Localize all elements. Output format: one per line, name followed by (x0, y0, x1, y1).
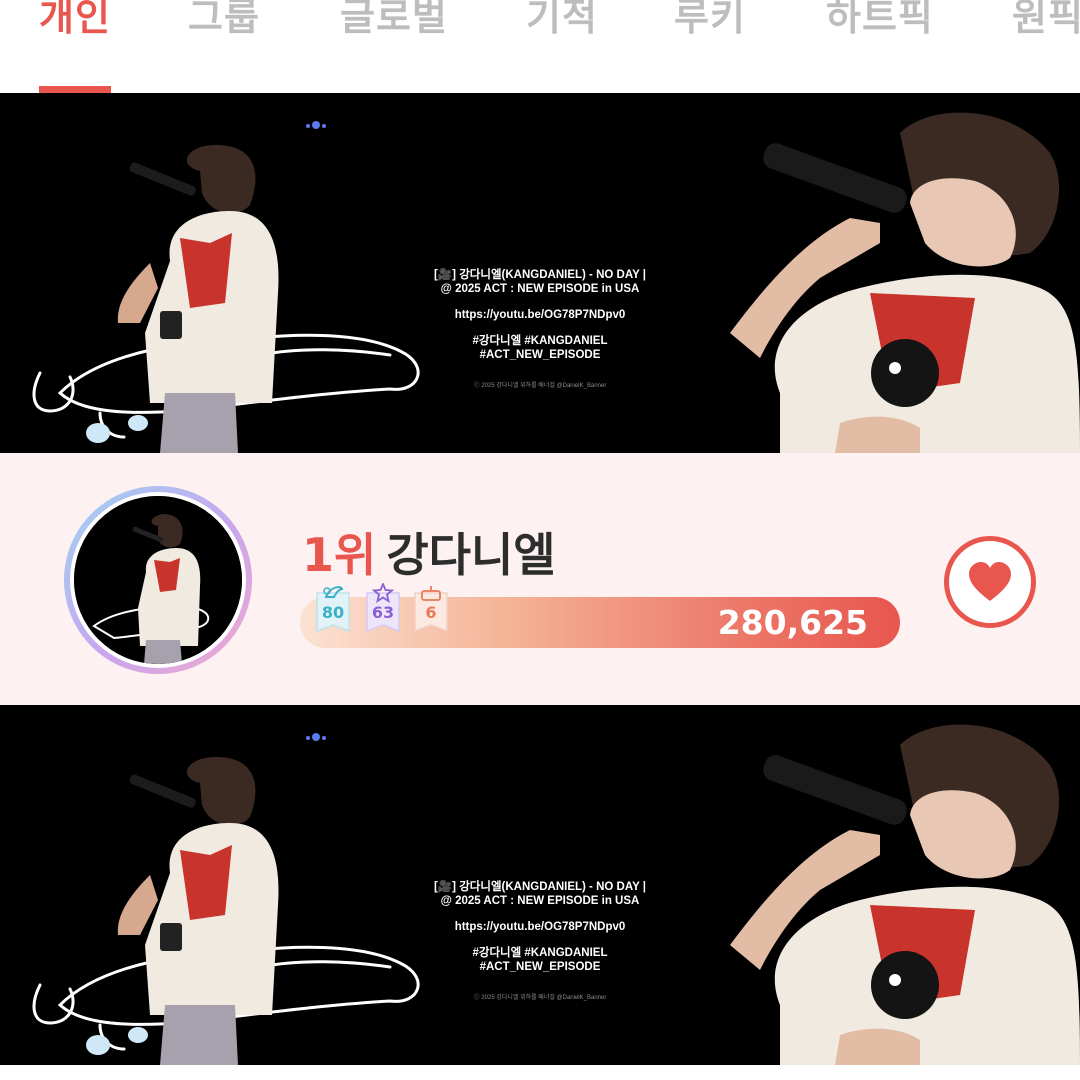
star-badge: 63 (364, 583, 402, 633)
avatar-ring (64, 486, 252, 674)
banner-hashtags-2: #ACT_NEW_EPISODE (479, 349, 601, 361)
rank-title: 1위 강다니엘 (302, 519, 556, 585)
banner-image-top[interactable]: [🎥] 강다니엘(KANGDANIEL) - NO DAY | @ 2025 A… (0, 93, 1080, 453)
vote-score: 280,625 (717, 603, 868, 642)
avatar-image (74, 496, 242, 664)
tab-global[interactable]: 글로벌 (340, 0, 448, 41)
heart-vote-button[interactable] (944, 536, 1036, 628)
banner-url: https://youtu.be/OG78P7NDpv0 (454, 921, 626, 933)
tab-heartpick[interactable]: 하트픽 (826, 0, 934, 41)
tab-individual[interactable]: 개인 (39, 0, 111, 41)
avatar[interactable] (74, 496, 242, 664)
banner-title-line: [🎥] 강다니엘(KANGDANIEL) - NO DAY | (434, 881, 646, 893)
category-tabs: 개인 그룹 글로벌 기적 루키 하트픽 원픽 (0, 0, 1080, 94)
banner-hashtags: #강다니엘 #KANGDANIEL (472, 947, 608, 959)
angel-badge: 80 (314, 583, 352, 633)
cake-badge: 6 (412, 583, 450, 633)
banner-caption: [🎥] 강다니엘(KANGDANIEL) - NO DAY | @ 2025 A… (355, 268, 725, 390)
star-badge-count: 63 (371, 603, 395, 622)
banner-credit: ⓒ 2025 강다니엘 위하를 배너걸 @DanielK_Banner (473, 995, 607, 1001)
banner-hashtags: #강다니엘 #KANGDANIEL (472, 335, 608, 347)
rank-number: 1위 (302, 528, 377, 582)
heart-icon (969, 562, 1011, 601)
banner-event-line: @ 2025 ACT : NEW EPISODE in USA (440, 283, 640, 295)
tab-onepick[interactable]: 원픽 (1012, 0, 1080, 41)
banner-image-bottom[interactable]: [🎥] 강다니엘(KANGDANIEL) - NO DAY | @ 2025 A… (0, 705, 1080, 1065)
angel-badge-count: 80 (321, 603, 345, 622)
cake-badge-count: 6 (425, 603, 437, 622)
banner-event-line: @ 2025 ACT : NEW EPISODE in USA (440, 895, 640, 907)
banner-url: https://youtu.be/OG78P7NDpv0 (454, 309, 626, 321)
banner-hashtags-2: #ACT_NEW_EPISODE (479, 961, 601, 973)
tab-rookie[interactable]: 루키 (674, 0, 746, 41)
banner-title-line: [🎥] 강다니엘(KANGDANIEL) - NO DAY | (434, 269, 646, 281)
tab-group[interactable]: 그룹 (188, 0, 260, 41)
banner-credit: ⓒ 2025 강다니엘 위하를 배너걸 @DanielK_Banner (473, 383, 607, 389)
banner-caption: [🎥] 강다니엘(KANGDANIEL) - NO DAY | @ 2025 A… (355, 880, 725, 1002)
artist-name: 강다니엘 (386, 528, 556, 582)
ranking-card[interactable]: 1위 강다니엘 280,625 80 63 6 (0, 453, 1080, 705)
tab-miracle[interactable]: 기적 (526, 0, 598, 41)
page-bottom-edge (0, 1065, 1080, 1080)
